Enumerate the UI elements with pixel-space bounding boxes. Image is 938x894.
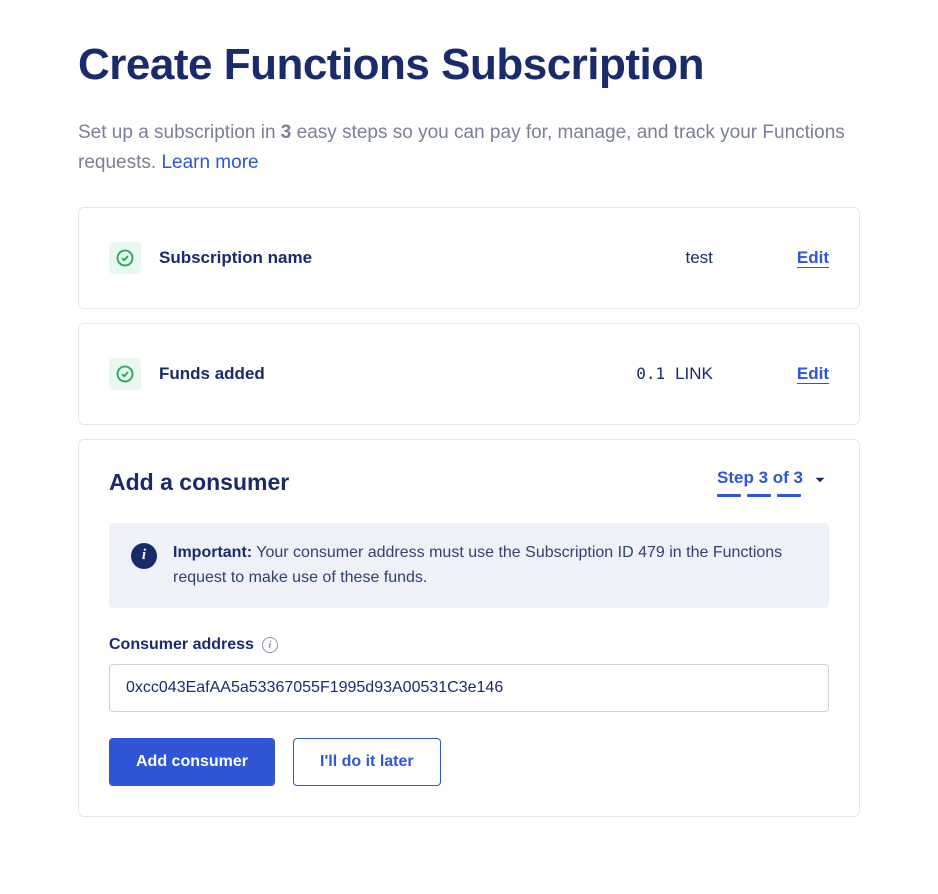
consumer-address-input[interactable]	[109, 664, 829, 712]
learn-more-link[interactable]: Learn more	[161, 152, 258, 173]
banner-body: Your consumer address must use the Subsc…	[173, 544, 782, 586]
check-icon	[109, 242, 141, 274]
page-title: Create Functions Subscription	[78, 40, 860, 90]
funds-unit-value: LINK	[675, 364, 713, 384]
banner-text: Important: Your consumer address must us…	[173, 541, 807, 591]
funds-amount-value: 0.1	[636, 364, 665, 383]
important-banner: i Important: Your consumer address must …	[109, 523, 829, 609]
step-title: Add a consumer	[109, 469, 289, 496]
funds-added-label: Funds added	[159, 364, 636, 384]
step-indicator-text: Step 3 of 3	[717, 468, 803, 488]
subtitle-steps-count: 3	[281, 122, 292, 143]
subtitle-prefix: Set up a subscription in	[78, 122, 281, 143]
subscription-name-value: test	[685, 248, 712, 268]
add-consumer-button[interactable]: Add consumer	[109, 738, 275, 786]
consumer-address-label: Consumer address	[109, 636, 254, 654]
subscription-name-label: Subscription name	[159, 248, 685, 268]
step-progress-bars	[717, 494, 801, 497]
step-card-add-consumer: Add a consumer Step 3 of 3 i Importa	[78, 439, 860, 818]
chevron-down-icon[interactable]	[811, 471, 829, 494]
page-subtitle: Set up a subscription in 3 easy steps so…	[78, 118, 860, 179]
step-card-subscription-name: Subscription name test Edit	[78, 207, 860, 309]
help-icon[interactable]: i	[262, 637, 278, 653]
step-card-funds-added: Funds added 0.1 LINK Edit	[78, 323, 860, 425]
do-it-later-button[interactable]: I'll do it later	[293, 738, 441, 786]
banner-strong: Important:	[173, 544, 252, 561]
info-icon: i	[131, 543, 157, 569]
edit-funds-link[interactable]: Edit	[797, 364, 829, 384]
check-icon	[109, 358, 141, 390]
edit-subscription-name-link[interactable]: Edit	[797, 248, 829, 268]
